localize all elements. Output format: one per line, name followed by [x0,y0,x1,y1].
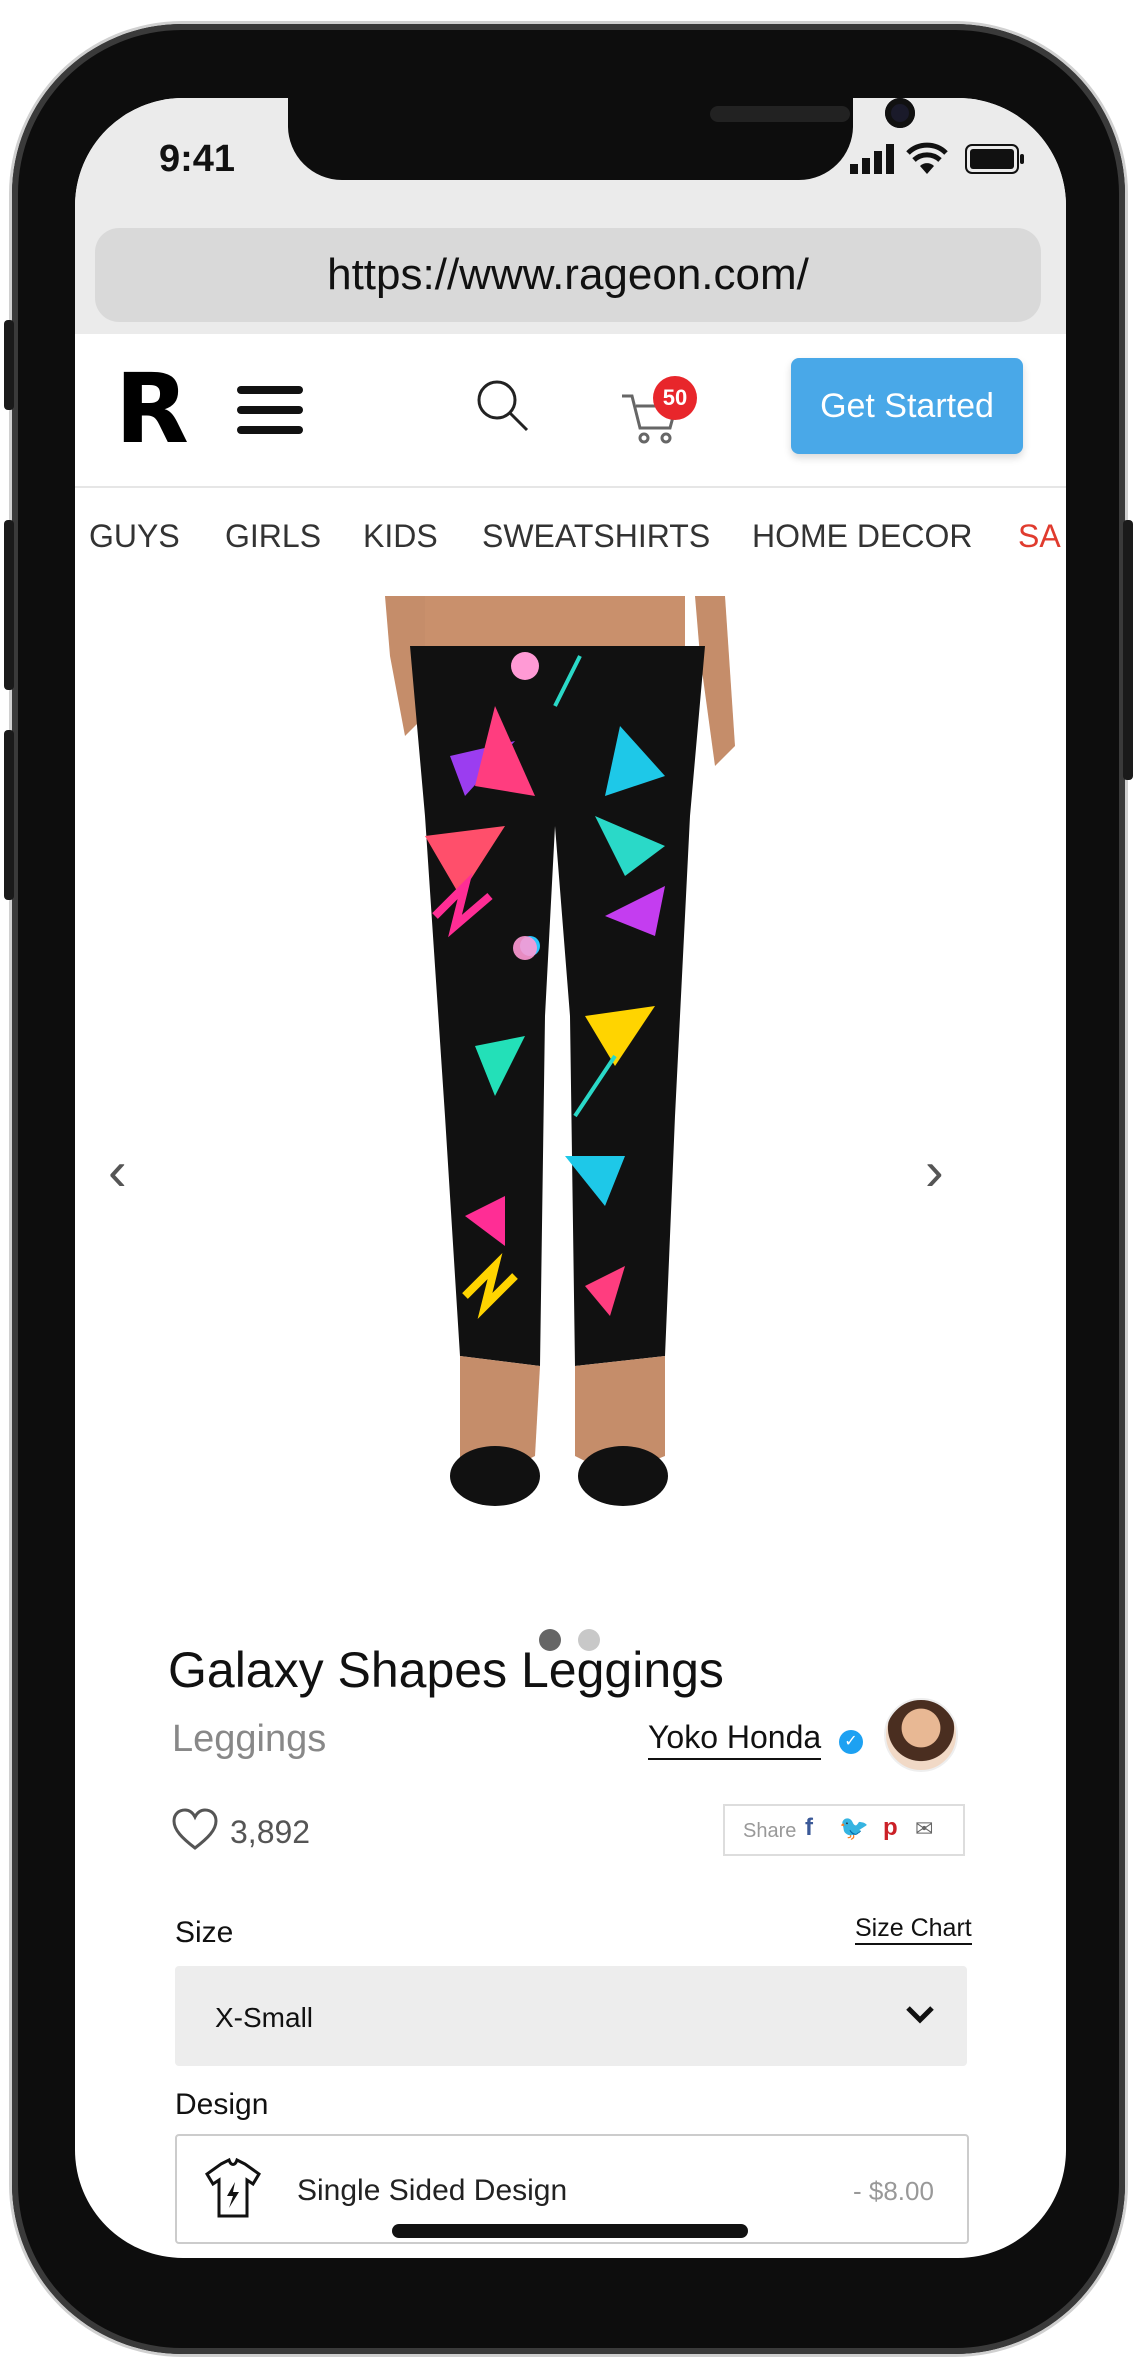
heart-icon[interactable] [172,1808,218,1850]
nav-item-sale[interactable]: SA [1018,518,1061,555]
front-camera [885,98,915,128]
verified-icon: ✓ [839,1730,863,1754]
get-started-button[interactable]: Get Started [791,358,1023,454]
address-bar[interactable]: https://www.rageon.com/ [95,228,1041,322]
status-time: 9:41 [159,138,236,180]
product-title: Galaxy Shapes Leggings [168,1642,724,1698]
seller-link[interactable]: Yoko Honda [648,1719,822,1760]
twitter-icon[interactable]: 🐦 [839,1814,869,1843]
site-header: R 50 Get Started [75,336,1066,488]
cart-count-badge: 50 [653,376,697,420]
design-option-name: Single Sided Design [297,2174,568,2207]
url-text: https://www.rageon.com/ [327,250,809,299]
design-label: Design [175,2088,269,2121]
tshirt-icon [205,2157,261,2218]
design-option-price: - $8.00 [853,2176,934,2206]
likes-count: 3,892 [230,1814,311,1850]
share-box: Share f 🐦 p ✉ [723,1804,965,1856]
nav-item-kids[interactable]: KIDS [363,518,438,555]
nav-item-home-decor[interactable]: HOME DECOR [752,518,972,555]
notch [288,98,915,180]
product-image[interactable] [365,596,755,1546]
pinterest-icon[interactable]: p [883,1814,898,1842]
nav-item-girls[interactable]: GIRLS [225,518,321,555]
signal-icon [850,144,894,174]
logo[interactable]: R [115,361,189,457]
product-category: Leggings [172,1718,327,1760]
chevron-down-icon [906,2006,934,2024]
size-select-value: X-Small [215,2002,314,2033]
nav-item-guys[interactable]: GUYS [89,518,180,555]
wifi-icon [906,142,948,174]
chevron-left-icon[interactable]: ‹ [108,1138,127,1203]
search-icon[interactable] [475,378,531,434]
power-button [1123,520,1133,780]
screen: 9:41 https://www.rageon.com/ R 50 Get St… [75,98,1066,2258]
share-label: Share [743,1820,797,1842]
menu-icon[interactable] [237,386,303,446]
email-icon[interactable]: ✉ [915,1816,933,1842]
size-chart-link[interactable]: Size Chart [855,1914,972,1945]
size-label: Size [175,1916,234,1949]
chevron-right-icon[interactable]: › [925,1138,944,1203]
volume-up-button [4,520,14,690]
seller-avatar[interactable] [884,1698,958,1772]
home-indicator [392,2224,748,2238]
category-nav: GUYS GIRLS KIDS SWEATSHIRTS HOME DECOR S… [75,488,1066,584]
size-select[interactable]: X-Small [175,1966,967,2066]
facebook-icon[interactable]: f [805,1814,813,1842]
nav-item-sweatshirts[interactable]: SWEATSHIRTS [482,518,710,555]
silent-switch [4,320,14,410]
volume-down-button [4,730,14,900]
battery-icon [965,144,1024,174]
speaker [710,106,850,122]
